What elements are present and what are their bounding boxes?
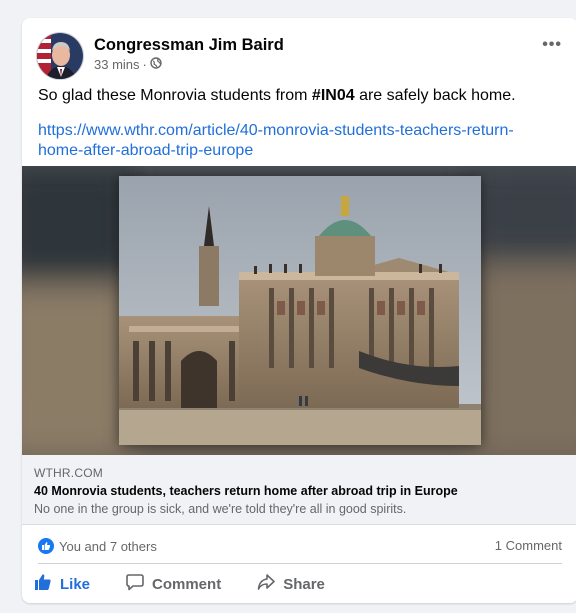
share-arrow-icon [257,573,275,595]
link-description: No one in the group is sick, and we're t… [34,502,407,516]
share-button[interactable]: Share [257,573,325,595]
post-text-after: are safely back home. [354,87,516,104]
post-header: Congressman Jim Baird 33 mins · ••• [36,32,566,80]
post-meta: 33 mins · [94,57,162,72]
post-actions: Like Comment Share [34,569,566,599]
meta-separator: · [142,57,147,72]
link-domain: WTHR.COM [34,466,103,480]
globe-icon [150,57,162,72]
divider [38,563,562,564]
link-preview-image[interactable] [22,166,576,455]
reactions-bar: You and 7 others 1 Comment [38,536,562,558]
palace-photo [119,176,481,445]
share-label: Share [283,575,325,593]
like-label: Like [60,575,91,593]
comment-button[interactable]: Comment [126,573,221,595]
comment-label: Comment [152,575,222,593]
post-card: Congressman Jim Baird 33 mins · ••• So g… [22,18,576,603]
like-reaction-icon [38,538,54,554]
comment-bubble-icon [126,573,144,595]
thumbs-up-icon [34,573,52,595]
post-time[interactable]: 33 mins [94,57,140,72]
author-name[interactable]: Congressman Jim Baird [94,36,284,55]
link-headline[interactable]: 40 Monrovia students, teachers return ho… [34,484,458,498]
more-dots-icon[interactable]: ••• [542,36,562,54]
article-link[interactable]: https://www.wthr.com/article/40-monrovia… [38,121,548,161]
reaction-summary[interactable]: You and 7 others [38,538,157,554]
link-preview-caption[interactable]: WTHR.COM 40 Monrovia students, teachers … [22,455,576,525]
post-text: So glad these Monrovia students from #IN… [38,86,516,106]
post-text-before: So glad these Monrovia students from [38,87,312,104]
reaction-count: You and 7 others [59,538,157,554]
hashtag-link[interactable]: #IN04 [312,87,355,104]
comment-count[interactable]: 1 Comment [495,538,562,553]
like-button[interactable]: Like [34,573,90,595]
avatar[interactable] [36,32,84,80]
